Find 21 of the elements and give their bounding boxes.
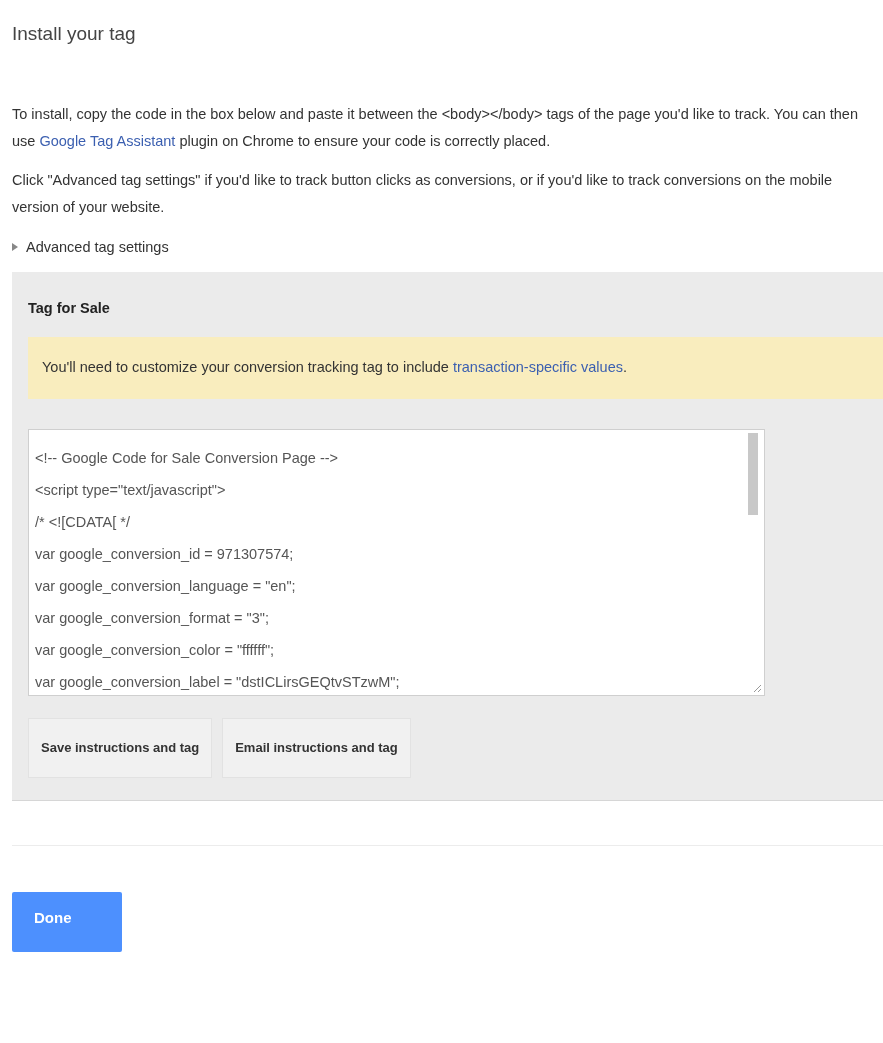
code-line: var google_conversion_color = "ffffff"; [35, 640, 275, 660]
code-line: <script type="text/javascript"> [35, 480, 226, 500]
advanced-note: Click "Advanced tag settings" if you'd like to track button clicks as conversions, or if you'd like to track conversions on the mobile version of your website. [12, 170, 834, 217]
triangle-icon [12, 243, 18, 252]
scrollbar-thumb[interactable] [748, 432, 758, 515]
code-line: var google_conversion_id = 971307574; [35, 544, 294, 564]
panel-action-button[interactable]: Email instructions and tag [222, 717, 411, 778]
transaction-values-link[interactable]: transaction-specific values [452, 359, 623, 375]
code-line: var google_conversion_format = "3"; [35, 608, 269, 628]
panel-action-button[interactable]: Save instructions and tag [28, 717, 213, 778]
notice-text: You'll need to customize your conversion tracking tag to include transaction-specific values. [42, 358, 628, 377]
code-line: <!-- Google Code for Sale Conversion Page --> [35, 448, 339, 468]
code-line: /* <![CDATA[ */ [35, 512, 130, 532]
panel-title: Tag for Sale [28, 299, 111, 319]
tag-assistant-link[interactable]: Google Tag Assistant [39, 132, 176, 149]
intro-paragraph: To install, copy the code in the box below and paste it between the <body></body> tags of the page you'd like to track. You can then use Google Tag Assistant plugin on Chrome to ensure your code is correctly placed. [12, 104, 859, 151]
page-title: Install your tag [12, 22, 137, 46]
code-line: var google_conversion_label = "dstICLirsGEQtvSTzwM"; [35, 672, 400, 692]
code-line: var google_conversion_language = "en"; [35, 576, 296, 596]
advanced-settings-toggle[interactable]: Advanced tag settings [12, 236, 169, 259]
code-field[interactable] [28, 428, 765, 696]
